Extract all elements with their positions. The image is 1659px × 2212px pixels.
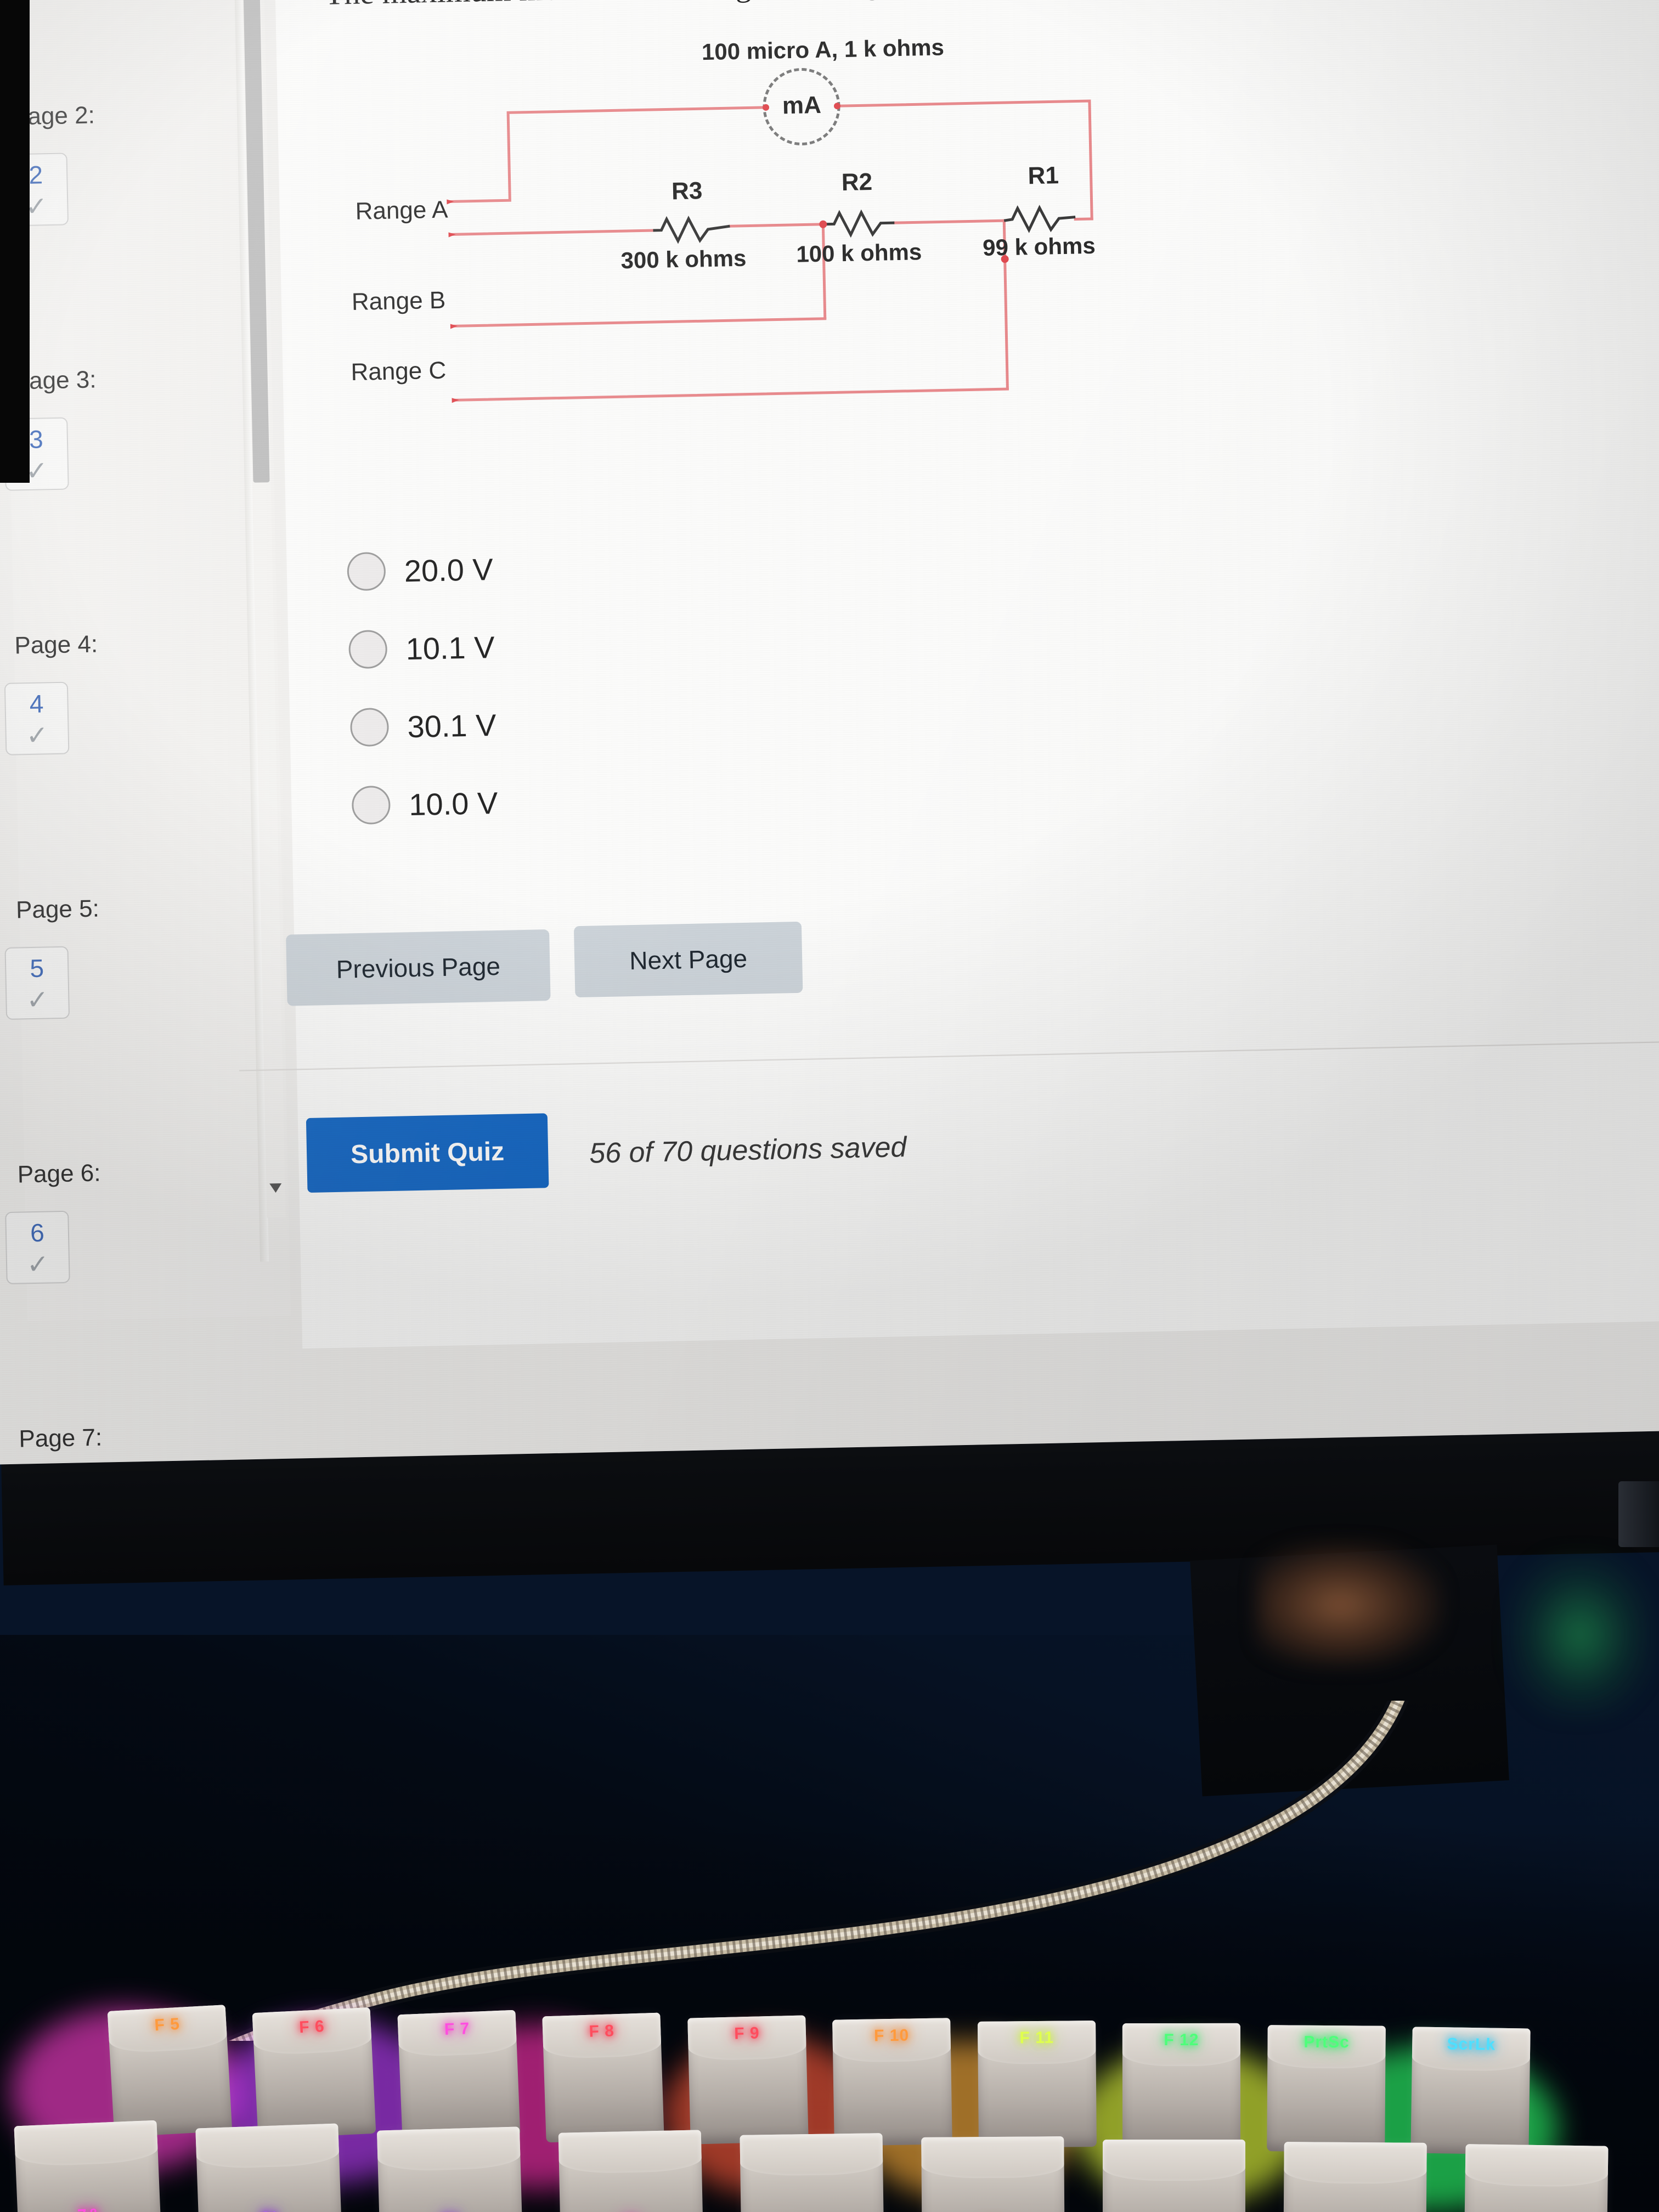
sidebar-question-box[interactable]: 4 ✓ (4, 681, 70, 755)
check-icon: ✓ (26, 985, 49, 1015)
saved-status-text: 56 of 70 questions saved (589, 1131, 907, 1170)
keyboard-key: ScrLk (1410, 2027, 1531, 2155)
check-icon: ✓ (26, 1250, 49, 1280)
monitor-port (1618, 1481, 1659, 1547)
keyboard-key: ← (1103, 2140, 1245, 2212)
keyboard-key: F 8 (542, 2012, 664, 2143)
keyboard-key-label: F 9 (733, 2024, 760, 2043)
radio-button-icon[interactable] (349, 707, 390, 747)
answer-option[interactable]: 10.0 V (351, 764, 499, 844)
next-page-button[interactable]: Next Page (573, 921, 803, 998)
question-text: The maximum measurable voltage on Range … (324, 0, 1532, 12)
sidebar-page-label: Page 7: (18, 1424, 103, 1453)
answer-option-label: 30.1 V (407, 707, 497, 744)
keyboard-key: \| (1464, 2144, 1609, 2212)
photo-scene: F 5F 6F 7 F 8 F 9 F 10 F 11 F 12 PrtSc ScrLk 7&… (0, 0, 1659, 2212)
sidebar-question-box[interactable]: 6 ✓ (5, 1210, 70, 1285)
keyboard-key: F 6 (252, 2007, 376, 2140)
keyboard-key: 8* (195, 2123, 342, 2212)
answer-option[interactable]: 10.1 V (348, 608, 495, 689)
keyboard-key: 0) (558, 2130, 704, 2212)
green-light-glow (1509, 1553, 1651, 1717)
answer-option[interactable]: 20.0 V (346, 530, 494, 611)
monitor-screen: 1✓Page 2:2✓Page 3:3✓Page 4:4✓Page 5:5✓Pa… (0, 0, 1659, 1465)
keyboard-key: -_ (740, 2133, 884, 2212)
sidebar-question-number: 4 (29, 689, 44, 718)
answer-option-label: 10.1 V (405, 629, 495, 666)
keyboard-key: F 10 (832, 2018, 952, 2146)
keyboard-key-label: 9( (379, 2209, 522, 2212)
sidebar-page-label: Page 5: (15, 895, 100, 924)
previous-page-button[interactable]: Previous Page (286, 929, 551, 1006)
keyboard-key: =+ (921, 2136, 1065, 2212)
keyboard-key-label: 8* (199, 2206, 342, 2212)
footer-divider (239, 1040, 1659, 1071)
answer-option-label: 20.0 V (404, 551, 494, 588)
answer-option[interactable]: 30.1 V (349, 686, 497, 766)
hand-blur (1256, 1542, 1443, 1668)
keyboard-key: PrtSc (1266, 2025, 1386, 2152)
submit-quiz-button[interactable]: Submit Quiz (306, 1113, 549, 1193)
sidebar-question-number: 6 (30, 1218, 45, 1248)
keyboard-key-label: F 12 (1164, 2030, 1199, 2049)
sidebar-page-label: Page 4: (14, 630, 98, 659)
keyboard-key: F 11 (977, 2021, 1097, 2148)
circuit-diagram (447, 68, 1093, 403)
keyboard-key: F 9 (687, 2015, 809, 2145)
check-icon: ✓ (26, 721, 49, 751)
keyboard-key: 7& (14, 2120, 162, 2212)
radio-button-icon[interactable] (351, 785, 391, 825)
keyboard-key-label: PrtSc (1303, 2033, 1350, 2052)
keyboard-key: 9( (376, 2126, 523, 2212)
radio-button-icon[interactable] (347, 551, 386, 591)
sidebar-question-number: 5 (29, 953, 44, 983)
answer-options[interactable]: 20.0 V 10.1 V 30.1 V 10.0 V (346, 530, 498, 844)
keyboard-key-label: F 8 (589, 2022, 615, 2041)
keyboard-key: F 5 (107, 2005, 232, 2137)
keyboard-key-label: ScrLk (1447, 2035, 1496, 2054)
keyboard-key (1283, 2142, 1427, 2212)
keyboard: F 5F 6F 7 F 8 F 9 F 10 F 11 F 12 PrtSc ScrLk 7&… (0, 1942, 1659, 2212)
radio-button-icon[interactable] (348, 629, 388, 669)
keyboard-key-label: F 11 (1019, 2028, 1054, 2047)
keyboard-key: F 7 (397, 2010, 521, 2141)
quiz-content-panel: Listen The maximum measurable voltage on… (239, 0, 1659, 1349)
sidebar-question-box[interactable]: 5 ✓ (4, 946, 70, 1020)
sidebar-page-label: Page 6: (17, 1159, 101, 1188)
scroll-down-arrow-icon[interactable] (266, 1176, 285, 1199)
keyboard-key-label: F 10 (873, 2026, 910, 2045)
keyboard-key: F 12 (1122, 2023, 1241, 2150)
keyboard-key-label: 7& (18, 2203, 161, 2212)
screen-left-edge (0, 0, 30, 483)
answer-option-label: 10.0 V (408, 785, 498, 822)
